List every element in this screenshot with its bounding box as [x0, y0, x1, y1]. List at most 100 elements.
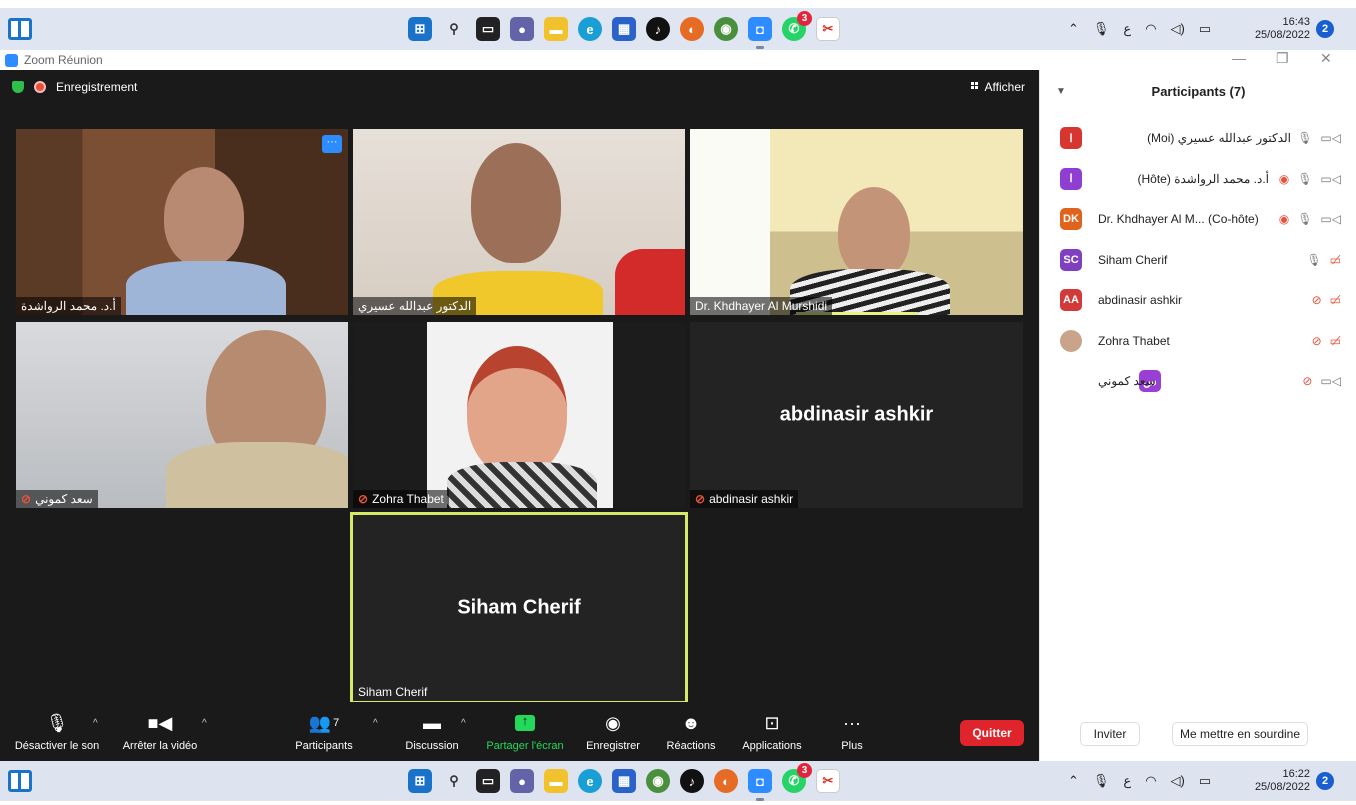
video-options-caret[interactable]: ^	[202, 718, 207, 729]
record-button[interactable]: ◉ Enregistrer	[580, 712, 646, 753]
teams-chat-icon[interactable]: ●	[510, 17, 534, 41]
zoom-icon[interactable]: ◘	[748, 769, 772, 801]
share-screen-button[interactable]: Partager l'écran	[482, 712, 568, 752]
language-indicator[interactable]: ع	[1123, 21, 1131, 37]
chevron-up-icon[interactable]: ⌃	[1068, 773, 1079, 789]
participant-status-icons: ⊘ ▭◁	[1302, 374, 1341, 388]
widgets-icon[interactable]	[8, 770, 32, 792]
snipping-tool-icon[interactable]: ✂	[816, 769, 840, 793]
snipping-tool-icon[interactable]: ✂	[816, 17, 840, 41]
whatsapp-badge: 3	[797, 11, 812, 26]
share-label: Partager l'écran	[486, 740, 564, 752]
camera-icon: ▭◁	[1320, 131, 1341, 146]
audio-options-caret[interactable]: ^	[93, 718, 98, 729]
mute-me-button[interactable]: Me mettre en sourdine	[1172, 722, 1308, 746]
invite-button[interactable]: Inviter	[1080, 722, 1140, 746]
tile-center-name: Siham Cherif	[457, 596, 581, 619]
chrome-icon[interactable]: ◉	[714, 17, 738, 41]
widgets-icon[interactable]	[8, 18, 32, 40]
camera-off-icon: ▭̸	[1329, 333, 1341, 348]
file-explorer-icon[interactable]: ▬	[544, 17, 568, 41]
mute-button[interactable]: 🎙 Désactiver le son	[12, 712, 102, 753]
wifi-icon[interactable]: ◠	[1145, 773, 1156, 789]
volume-icon[interactable]: ◁)	[1171, 21, 1185, 37]
video-tile[interactable]: الدكتور عبدالله عسيري	[353, 129, 685, 315]
microphone-icon[interactable]: 🎙	[1093, 773, 1110, 789]
participant-name: (Hôte) أ.د. محمد الرواشدة	[1137, 171, 1270, 186]
participant-status-icons: ⊘ ▭̸	[1312, 293, 1341, 307]
chevron-up-icon[interactable]: ⌃	[1068, 21, 1079, 37]
edge-icon[interactable]: e	[578, 769, 602, 793]
restore-icon[interactable]: ❐	[1276, 50, 1289, 67]
battery-icon[interactable]: ▭	[1199, 21, 1211, 37]
chat-button[interactable]: ▬ Discussion	[398, 712, 466, 753]
store-icon[interactable]: ▦	[612, 17, 636, 41]
firefox-icon[interactable]: ◐	[680, 17, 704, 41]
security-shield-icon[interactable]	[12, 81, 24, 93]
notification-badge[interactable]: 2	[1316, 772, 1334, 790]
video-tile[interactable]: abdinasir ashkir ⊘ abdinasir ashkir	[690, 322, 1023, 508]
participants-label: Participants	[295, 740, 353, 752]
avatar: SC	[1060, 248, 1082, 271]
participants-count: 7	[333, 717, 340, 729]
more-button[interactable]: ··· Plus	[832, 712, 872, 753]
video-tile[interactable]: Dr. Khdhayer Al Murshidi	[690, 129, 1023, 315]
participant-row[interactable]: ا (Moi) الدكتور عبدالله عسيري 🎙 ▭◁	[1040, 118, 1356, 159]
apps-button[interactable]: ⊡ Applications	[736, 712, 808, 753]
battery-icon[interactable]: ▭	[1199, 773, 1211, 789]
video-tile-active[interactable]: Siham Cherif Siham Cherif	[350, 512, 688, 704]
clock[interactable]: 16:22 25/08/2022	[1248, 768, 1310, 794]
stop-video-button[interactable]: ■◀ Arrêter la vidéo	[120, 712, 200, 753]
zoom-icon[interactable]: ◘	[748, 17, 772, 49]
clock-date: 25/08/2022	[1254, 781, 1310, 793]
mic-muted-icon: ⊘	[1311, 293, 1322, 308]
taskbar-top: ⊞ ⚲ ▭ ● ▬ e ▦ ♪ ◐ ◉ ◘ ✆ 3 ✂ ⌃ 🎙 ع ◠ ◁) ▭ …	[0, 8, 1356, 50]
chat-options-caret[interactable]: ^	[461, 718, 466, 729]
participant-row[interactable]: Zohra Thabet ⊘ ▭̸	[1040, 321, 1356, 362]
view-button[interactable]: Afficher	[970, 80, 1025, 94]
store-icon[interactable]: ▦	[612, 769, 636, 793]
volume-icon[interactable]: ◁)	[1171, 773, 1185, 789]
participant-name: Zohra Thabet	[1098, 333, 1170, 348]
participants-button[interactable]: 👥 7 Participants	[288, 712, 360, 753]
whatsapp-icon[interactable]: ✆ 3	[782, 11, 812, 41]
muted-mic-icon: ⊘	[695, 492, 706, 506]
participant-row[interactable]: SC Siham Cherif 🎙 ▭̸	[1040, 240, 1356, 281]
video-tile[interactable]: ⊘ Zohra Thabet	[353, 322, 685, 508]
microphone-icon[interactable]: 🎙	[1093, 21, 1110, 37]
participant-status-icons: 🎙 ▭̸	[1306, 253, 1341, 267]
video-tile[interactable]: ⊘ سعد كموني	[16, 322, 348, 508]
minimize-icon[interactable]: —	[1232, 50, 1246, 66]
wifi-icon[interactable]: ◠	[1145, 21, 1156, 37]
more-options-button[interactable]: ···	[322, 135, 342, 153]
edge-icon[interactable]: e	[578, 17, 602, 41]
participant-row[interactable]: DK Dr. Khdhayer Al M... (Co-hôte) ◉ 🎙 ▭◁	[1040, 199, 1356, 240]
quit-button[interactable]: Quitter	[960, 720, 1024, 746]
chat-bubble-icon: ▬	[423, 712, 441, 733]
file-explorer-icon[interactable]: ▬	[544, 769, 568, 793]
participant-row[interactable]: ا (Hôte) أ.د. محمد الرواشدة ◉ 🎙 ▭◁	[1040, 159, 1356, 200]
start-icon[interactable]: ⊞	[408, 769, 432, 793]
video-tile[interactable]: ··· أ.د. محمد الرواشدة	[16, 129, 348, 315]
tiktok-icon[interactable]: ♪	[680, 769, 704, 793]
start-icon[interactable]: ⊞	[408, 17, 432, 41]
clock[interactable]: 16:43 25/08/2022	[1248, 16, 1310, 42]
search-icon[interactable]: ⚲	[442, 769, 466, 793]
language-indicator[interactable]: ع	[1123, 773, 1131, 789]
close-icon[interactable]: ✕	[1320, 50, 1332, 67]
reactions-button[interactable]: ☻ Réactions	[660, 712, 722, 753]
firefox-icon[interactable]: ◐	[714, 769, 738, 793]
task-view-icon[interactable]: ▭	[476, 769, 500, 793]
notification-badge[interactable]: 2	[1316, 20, 1334, 38]
participants-options-caret[interactable]: ^	[373, 718, 378, 729]
participant-row[interactable]: س سعد كموني ⊘ ▭◁	[1040, 361, 1356, 402]
chrome-icon[interactable]: ◉	[646, 769, 670, 793]
search-icon[interactable]: ⚲	[442, 17, 466, 41]
task-view-icon[interactable]: ▭	[476, 17, 500, 41]
tiktok-icon[interactable]: ♪	[646, 17, 670, 41]
whatsapp-icon[interactable]: ✆ 3	[782, 763, 812, 793]
avatar: DK	[1060, 208, 1082, 231]
apps-label: Applications	[742, 740, 802, 752]
teams-chat-icon[interactable]: ●	[510, 769, 534, 793]
participant-row[interactable]: AA abdinasir ashkir ⊘ ▭̸	[1040, 280, 1356, 321]
